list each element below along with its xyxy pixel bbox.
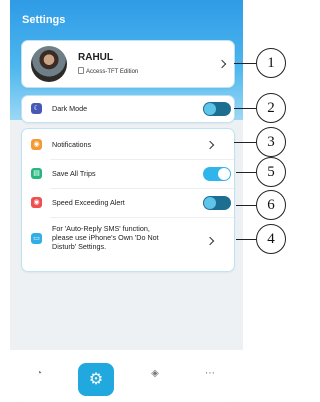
toggle-knob — [204, 197, 216, 209]
dark-mode-label: Dark Mode — [52, 104, 88, 113]
speedometer-icon[interactable]: ◔ — [32, 367, 46, 381]
toggle-knob — [204, 103, 216, 115]
edition-text: Access-TFT Edition — [86, 69, 139, 75]
message-icon: ▭ — [31, 233, 42, 244]
toggle-knob — [218, 168, 230, 180]
lock-icon — [78, 67, 84, 74]
chevron-right-icon — [205, 236, 215, 246]
auto-reply-row[interactable]: ▭ For 'Auto-Reply SMS' function, please … — [22, 218, 230, 266]
page-title: Settings — [22, 14, 66, 26]
chevron-right-icon — [205, 140, 215, 150]
notifications-row[interactable]: ◉ Notifications — [22, 131, 230, 159]
gear-icon: ⚙ — [88, 371, 104, 388]
speed-alert-row: ◉ Speed Exceeding Alert — [22, 189, 231, 217]
speed-alert-toggle[interactable] — [203, 196, 231, 210]
dark-mode-toggle[interactable] — [203, 102, 231, 116]
callout-leader-3 — [234, 142, 256, 143]
save-trips-toggle[interactable] — [203, 167, 231, 181]
notifications-label: Notifications — [52, 140, 92, 149]
document-icon: ▤ — [31, 168, 42, 179]
speed-alert-icon: ◉ — [31, 197, 42, 208]
dark-mode-card: ☾ Dark Mode — [21, 95, 235, 123]
speed-alert-label: Speed Exceeding Alert — [52, 198, 125, 207]
callout-3: 3 — [256, 127, 286, 157]
callout-leader-2 — [234, 108, 256, 109]
phone-screen: Settings RAHUL Access-TFT Edition ☾ Dark… — [10, 0, 243, 402]
auto-reply-text: For 'Auto-Reply SMS' function, please us… — [52, 224, 202, 251]
profile-name: RAHUL — [78, 52, 113, 63]
avatar — [31, 46, 67, 82]
bottom-navigation: ◔ ⚙ ◈ ⋯ — [10, 350, 243, 402]
callout-2: 2 — [256, 93, 286, 123]
callout-leader-6 — [236, 205, 256, 206]
callout-leader-5 — [236, 172, 256, 173]
edition-label: Access-TFT Edition — [78, 67, 138, 75]
more-icon[interactable]: ⋯ — [203, 367, 217, 381]
chevron-right-icon — [217, 59, 227, 69]
callout-leader-4 — [236, 239, 256, 240]
settings-tab-active[interactable]: ⚙ — [78, 363, 114, 396]
moon-icon: ☾ — [31, 103, 42, 114]
auto-reply-line-1: For 'Auto-Reply SMS' function, — [52, 224, 150, 233]
dark-mode-row: ☾ Dark Mode — [22, 96, 231, 122]
save-trips-row: ▤ Save All Trips — [22, 160, 231, 188]
settings-card: ◉ Notifications ▤ Save All Trips ◉ Speed… — [21, 128, 235, 272]
callout-1: 1 — [256, 48, 286, 78]
save-trips-label: Save All Trips — [52, 169, 96, 178]
auto-reply-line-2: please use iPhone's Own 'Do Not — [52, 233, 159, 242]
auto-reply-line-3: Disturb' Settings. — [52, 242, 107, 251]
callout-4: 4 — [256, 224, 286, 254]
callout-leader-1 — [234, 63, 256, 64]
navigation-icon[interactable]: ◈ — [148, 367, 162, 381]
callout-5: 5 — [256, 157, 286, 187]
callout-6: 6 — [256, 190, 286, 220]
notification-bell-icon: ◉ — [31, 139, 42, 150]
profile-card[interactable]: RAHUL Access-TFT Edition — [21, 40, 235, 88]
